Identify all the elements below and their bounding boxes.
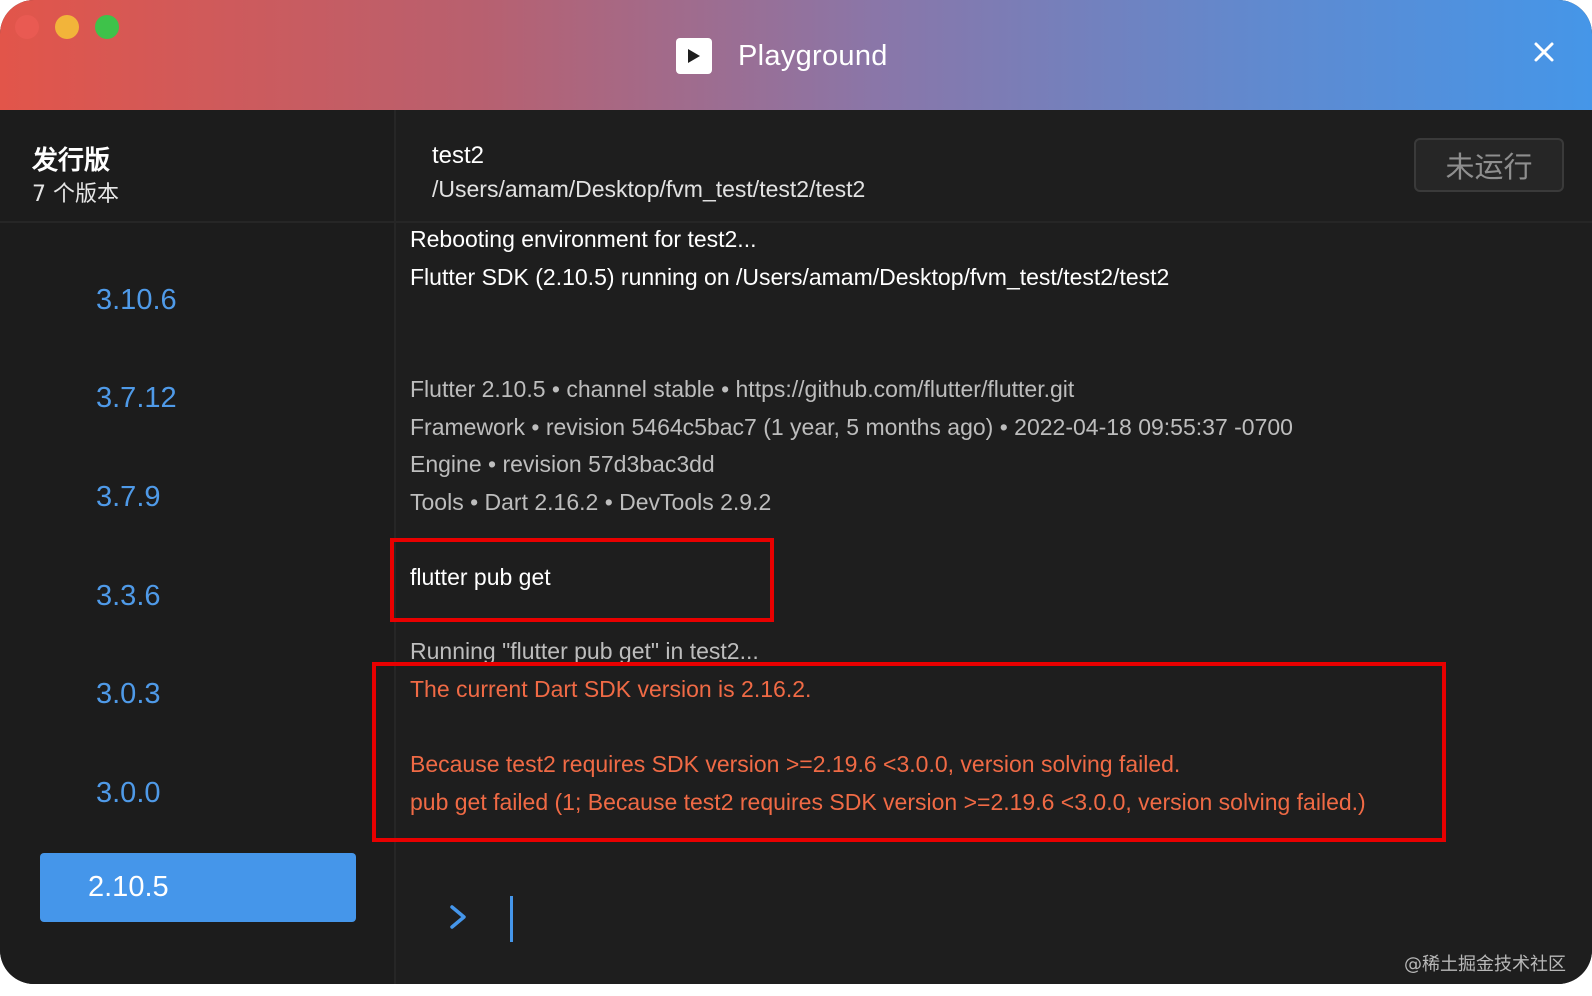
zoom-window-button[interactable] xyxy=(95,15,119,39)
run-status-button[interactable]: 未运行 xyxy=(1414,138,1564,192)
app-window: Playground 发行版 7 个版本 3.10.6 3.7.12 3.7.9… xyxy=(0,0,1592,984)
version-item[interactable]: 3.7.9 xyxy=(96,481,161,514)
console-error-line: The current Dart SDK version is 2.16.2. xyxy=(410,676,812,702)
console-command-line: flutter pub get xyxy=(410,564,551,590)
console-line: Rebooting environment for test2... xyxy=(410,226,757,252)
minimize-window-button[interactable] xyxy=(55,15,79,39)
chevron-right-icon xyxy=(446,903,470,931)
console-input-cursor[interactable] xyxy=(510,896,513,942)
version-item[interactable]: 3.0.0 xyxy=(96,777,161,810)
main-panel: test2 /Users/amam/Desktop/fvm_test/test2… xyxy=(372,110,1592,984)
sidebar-title: 发行版 xyxy=(32,146,111,176)
console-line: Flutter 2.10.5 • channel stable • https:… xyxy=(410,376,1075,402)
window-title: Playground xyxy=(738,39,888,72)
title-bar: Playground xyxy=(0,0,1592,110)
project-path: /Users/amam/Desktop/fvm_test/test2/test2 xyxy=(432,176,866,202)
version-item[interactable]: 3.3.6 xyxy=(96,580,161,613)
play-icon xyxy=(676,38,712,74)
close-icon[interactable] xyxy=(1532,40,1556,64)
console-error-line: Because test2 requires SDK version >=2.1… xyxy=(410,751,1181,777)
version-item[interactable]: 3.7.12 xyxy=(96,382,177,415)
console-error-line: pub get failed (1; Because test2 require… xyxy=(410,789,1366,815)
close-window-button[interactable] xyxy=(15,15,39,39)
version-item-selected[interactable]: 2.10.5 xyxy=(40,853,356,922)
project-header: test2 /Users/amam/Desktop/fvm_test/test2… xyxy=(396,110,1592,223)
version-item[interactable]: 3.10.6 xyxy=(96,284,177,317)
window-title-group: Playground xyxy=(676,34,888,78)
sidebar-version-count: 7 个版本 xyxy=(32,182,119,207)
console-line: Tools • Dart 2.16.2 • DevTools 2.9.2 xyxy=(410,489,772,515)
console-line: Running "flutter pub get" in test2... xyxy=(410,638,759,664)
sidebar: 发行版 7 个版本 3.10.6 3.7.12 3.7.9 3.3.6 3.0.… xyxy=(0,110,396,984)
project-name: test2 xyxy=(432,142,485,169)
sidebar-header: 发行版 7 个版本 xyxy=(0,110,394,223)
watermark: @稀土掘金技术社区 xyxy=(1404,954,1566,975)
version-item[interactable]: 3.0.3 xyxy=(96,678,161,711)
console-line: Framework • revision 5464c5bac7 (1 year,… xyxy=(410,414,1293,440)
console-line: Engine • revision 57d3bac3dd xyxy=(410,451,715,477)
console-line: Flutter SDK (2.10.5) running on /Users/a… xyxy=(410,264,1170,290)
